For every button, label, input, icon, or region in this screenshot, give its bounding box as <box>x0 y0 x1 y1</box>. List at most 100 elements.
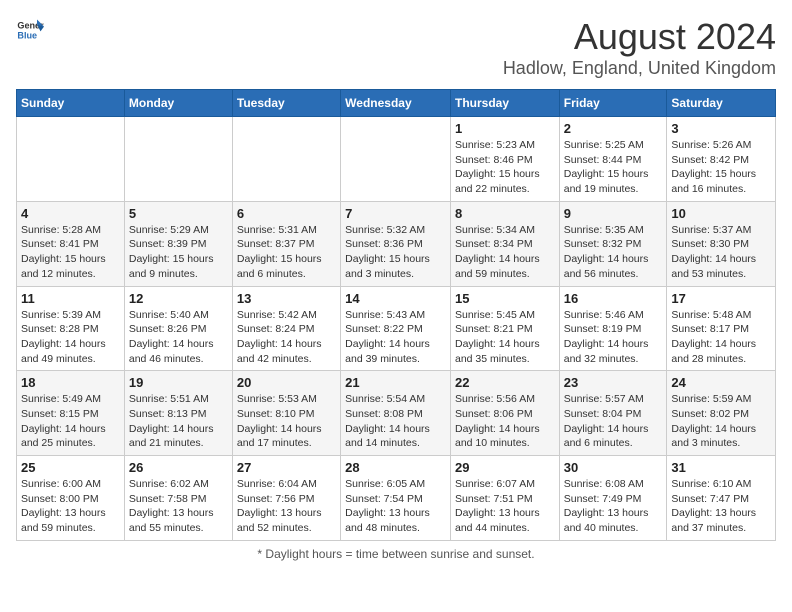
day-number: 9 <box>564 206 663 221</box>
day-detail: Sunrise: 5:40 AM Sunset: 8:26 PM Dayligh… <box>129 308 228 367</box>
day-number: 6 <box>237 206 336 221</box>
day-detail: Sunrise: 5:37 AM Sunset: 8:30 PM Dayligh… <box>671 223 771 282</box>
day-number: 13 <box>237 291 336 306</box>
table-row: 12 Sunrise: 5:40 AM Sunset: 8:26 PM Dayl… <box>124 286 232 371</box>
day-number: 20 <box>237 375 336 390</box>
col-saturday: Saturday <box>667 90 776 117</box>
col-wednesday: Wednesday <box>341 90 451 117</box>
month-year-title: August 2024 <box>503 16 776 58</box>
day-number: 15 <box>455 291 555 306</box>
table-row: 1 Sunrise: 5:23 AM Sunset: 8:46 PM Dayli… <box>450 117 559 202</box>
day-detail: Sunrise: 5:32 AM Sunset: 8:36 PM Dayligh… <box>345 223 446 282</box>
day-detail: Sunrise: 5:26 AM Sunset: 8:42 PM Dayligh… <box>671 138 771 197</box>
col-monday: Monday <box>124 90 232 117</box>
calendar-week-row: 11 Sunrise: 5:39 AM Sunset: 8:28 PM Dayl… <box>17 286 776 371</box>
day-number: 31 <box>671 460 771 475</box>
day-number: 3 <box>671 121 771 136</box>
day-number: 23 <box>564 375 663 390</box>
table-row: 27 Sunrise: 6:04 AM Sunset: 7:56 PM Dayl… <box>232 456 340 541</box>
col-sunday: Sunday <box>17 90 125 117</box>
day-detail: Sunrise: 5:53 AM Sunset: 8:10 PM Dayligh… <box>237 392 336 451</box>
logo: General Blue <box>16 16 44 44</box>
table-row <box>232 117 340 202</box>
table-row: 24 Sunrise: 5:59 AM Sunset: 8:02 PM Dayl… <box>667 371 776 456</box>
calendar-header-row: Sunday Monday Tuesday Wednesday Thursday… <box>17 90 776 117</box>
day-number: 28 <box>345 460 446 475</box>
table-row: 18 Sunrise: 5:49 AM Sunset: 8:15 PM Dayl… <box>17 371 125 456</box>
calendar-week-row: 18 Sunrise: 5:49 AM Sunset: 8:15 PM Dayl… <box>17 371 776 456</box>
day-number: 10 <box>671 206 771 221</box>
table-row: 22 Sunrise: 5:56 AM Sunset: 8:06 PM Dayl… <box>450 371 559 456</box>
table-row: 17 Sunrise: 5:48 AM Sunset: 8:17 PM Dayl… <box>667 286 776 371</box>
calendar-week-row: 4 Sunrise: 5:28 AM Sunset: 8:41 PM Dayli… <box>17 201 776 286</box>
day-detail: Sunrise: 5:43 AM Sunset: 8:22 PM Dayligh… <box>345 308 446 367</box>
day-detail: Sunrise: 5:59 AM Sunset: 8:02 PM Dayligh… <box>671 392 771 451</box>
day-number: 25 <box>21 460 120 475</box>
day-number: 2 <box>564 121 663 136</box>
table-row: 15 Sunrise: 5:45 AM Sunset: 8:21 PM Dayl… <box>450 286 559 371</box>
table-row: 4 Sunrise: 5:28 AM Sunset: 8:41 PM Dayli… <box>17 201 125 286</box>
day-number: 7 <box>345 206 446 221</box>
day-detail: Sunrise: 5:51 AM Sunset: 8:13 PM Dayligh… <box>129 392 228 451</box>
footer-note: * Daylight hours = time between sunrise … <box>16 547 776 561</box>
table-row: 25 Sunrise: 6:00 AM Sunset: 8:00 PM Dayl… <box>17 456 125 541</box>
table-row: 21 Sunrise: 5:54 AM Sunset: 8:08 PM Dayl… <box>341 371 451 456</box>
table-row: 11 Sunrise: 5:39 AM Sunset: 8:28 PM Dayl… <box>17 286 125 371</box>
day-number: 21 <box>345 375 446 390</box>
day-number: 19 <box>129 375 228 390</box>
table-row: 7 Sunrise: 5:32 AM Sunset: 8:36 PM Dayli… <box>341 201 451 286</box>
col-tuesday: Tuesday <box>232 90 340 117</box>
day-detail: Sunrise: 5:48 AM Sunset: 8:17 PM Dayligh… <box>671 308 771 367</box>
table-row: 3 Sunrise: 5:26 AM Sunset: 8:42 PM Dayli… <box>667 117 776 202</box>
table-row: 10 Sunrise: 5:37 AM Sunset: 8:30 PM Dayl… <box>667 201 776 286</box>
day-detail: Sunrise: 5:54 AM Sunset: 8:08 PM Dayligh… <box>345 392 446 451</box>
day-detail: Sunrise: 6:04 AM Sunset: 7:56 PM Dayligh… <box>237 477 336 536</box>
day-detail: Sunrise: 5:49 AM Sunset: 8:15 PM Dayligh… <box>21 392 120 451</box>
table-row: 31 Sunrise: 6:10 AM Sunset: 7:47 PM Dayl… <box>667 456 776 541</box>
header: General Blue August 2024 Hadlow, England… <box>16 16 776 79</box>
col-friday: Friday <box>559 90 667 117</box>
logo-icon: General Blue <box>16 16 44 44</box>
calendar-table: Sunday Monday Tuesday Wednesday Thursday… <box>16 89 776 541</box>
day-number: 5 <box>129 206 228 221</box>
day-detail: Sunrise: 5:57 AM Sunset: 8:04 PM Dayligh… <box>564 392 663 451</box>
calendar-week-row: 25 Sunrise: 6:00 AM Sunset: 8:00 PM Dayl… <box>17 456 776 541</box>
table-row <box>124 117 232 202</box>
day-detail: Sunrise: 5:29 AM Sunset: 8:39 PM Dayligh… <box>129 223 228 282</box>
day-detail: Sunrise: 5:39 AM Sunset: 8:28 PM Dayligh… <box>21 308 120 367</box>
day-number: 11 <box>21 291 120 306</box>
col-thursday: Thursday <box>450 90 559 117</box>
location-subtitle: Hadlow, England, United Kingdom <box>503 58 776 79</box>
day-number: 26 <box>129 460 228 475</box>
table-row: 20 Sunrise: 5:53 AM Sunset: 8:10 PM Dayl… <box>232 371 340 456</box>
table-row: 28 Sunrise: 6:05 AM Sunset: 7:54 PM Dayl… <box>341 456 451 541</box>
day-detail: Sunrise: 5:34 AM Sunset: 8:34 PM Dayligh… <box>455 223 555 282</box>
day-number: 17 <box>671 291 771 306</box>
day-number: 12 <box>129 291 228 306</box>
table-row: 16 Sunrise: 5:46 AM Sunset: 8:19 PM Dayl… <box>559 286 667 371</box>
day-detail: Sunrise: 5:35 AM Sunset: 8:32 PM Dayligh… <box>564 223 663 282</box>
table-row: 26 Sunrise: 6:02 AM Sunset: 7:58 PM Dayl… <box>124 456 232 541</box>
day-detail: Sunrise: 6:05 AM Sunset: 7:54 PM Dayligh… <box>345 477 446 536</box>
day-number: 27 <box>237 460 336 475</box>
day-number: 24 <box>671 375 771 390</box>
day-detail: Sunrise: 5:46 AM Sunset: 8:19 PM Dayligh… <box>564 308 663 367</box>
calendar-week-row: 1 Sunrise: 5:23 AM Sunset: 8:46 PM Dayli… <box>17 117 776 202</box>
day-number: 1 <box>455 121 555 136</box>
day-detail: Sunrise: 6:02 AM Sunset: 7:58 PM Dayligh… <box>129 477 228 536</box>
day-number: 29 <box>455 460 555 475</box>
table-row: 8 Sunrise: 5:34 AM Sunset: 8:34 PM Dayli… <box>450 201 559 286</box>
table-row: 2 Sunrise: 5:25 AM Sunset: 8:44 PM Dayli… <box>559 117 667 202</box>
day-detail: Sunrise: 5:25 AM Sunset: 8:44 PM Dayligh… <box>564 138 663 197</box>
title-area: August 2024 Hadlow, England, United King… <box>503 16 776 79</box>
day-detail: Sunrise: 6:08 AM Sunset: 7:49 PM Dayligh… <box>564 477 663 536</box>
day-number: 4 <box>21 206 120 221</box>
day-number: 22 <box>455 375 555 390</box>
day-number: 30 <box>564 460 663 475</box>
table-row: 30 Sunrise: 6:08 AM Sunset: 7:49 PM Dayl… <box>559 456 667 541</box>
table-row: 6 Sunrise: 5:31 AM Sunset: 8:37 PM Dayli… <box>232 201 340 286</box>
table-row: 23 Sunrise: 5:57 AM Sunset: 8:04 PM Dayl… <box>559 371 667 456</box>
table-row: 29 Sunrise: 6:07 AM Sunset: 7:51 PM Dayl… <box>450 456 559 541</box>
day-detail: Sunrise: 5:42 AM Sunset: 8:24 PM Dayligh… <box>237 308 336 367</box>
table-row <box>17 117 125 202</box>
